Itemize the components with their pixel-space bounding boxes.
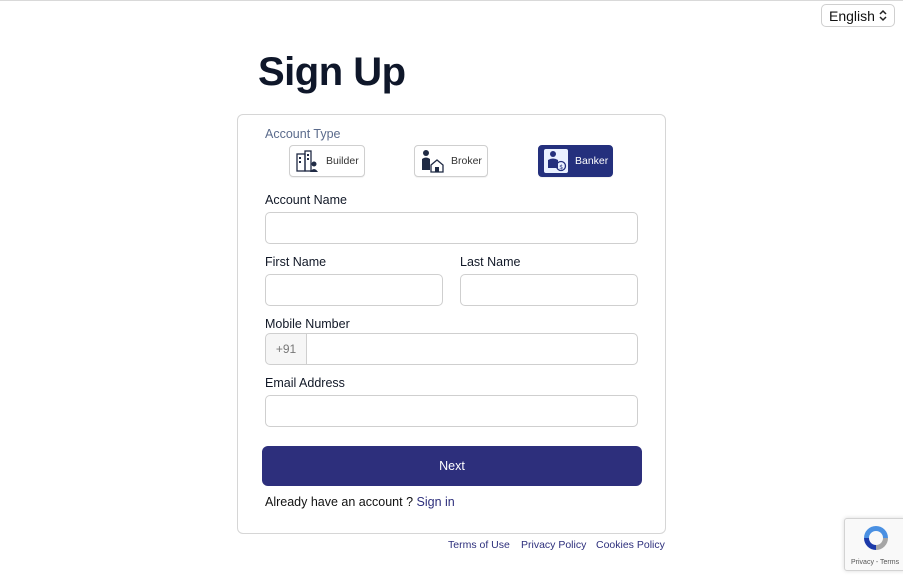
account-type-label: Account Type	[265, 127, 341, 141]
language-select-value: English	[829, 7, 875, 24]
account-type-banker[interactable]: $ Banker	[538, 145, 613, 177]
recaptcha-icon	[864, 526, 888, 550]
recaptcha-text: Privacy - Terms	[851, 559, 900, 566]
builder-icon	[296, 150, 318, 172]
email-address-label: Email Address	[265, 376, 345, 390]
last-name-label: Last Name	[460, 255, 521, 269]
account-type-builder[interactable]: Builder	[289, 145, 365, 177]
mobile-number-label: Mobile Number	[265, 317, 350, 331]
privacy-policy-link[interactable]: Privacy Policy	[521, 539, 586, 551]
signin-link[interactable]: Sign in	[417, 495, 455, 509]
account-type-builder-label: Builder	[326, 155, 359, 167]
page-title: Sign Up	[258, 50, 406, 94]
account-type-banker-label: Banker	[575, 155, 609, 167]
account-type-broker[interactable]: Broker	[414, 145, 488, 177]
broker-icon	[422, 150, 444, 173]
first-name-input[interactable]	[265, 274, 443, 306]
recaptcha-badge[interactable]: Privacy - Terms	[844, 518, 903, 571]
signin-row: Already have an account ? Sign in	[265, 495, 455, 509]
chevron-updown-icon	[879, 9, 887, 22]
signup-card: Account Type Builder Broker $ Banker Acc…	[237, 114, 666, 534]
language-select[interactable]: English	[821, 4, 895, 27]
svg-text:$: $	[559, 164, 563, 171]
cookies-policy-link[interactable]: Cookies Policy	[596, 539, 665, 551]
top-divider	[0, 0, 903, 1]
account-name-input[interactable]	[265, 212, 638, 244]
account-name-label: Account Name	[265, 193, 347, 207]
email-address-input[interactable]	[265, 395, 638, 427]
country-code-prefix: +91	[265, 333, 307, 365]
banker-icon: $	[544, 149, 568, 173]
terms-of-use-link[interactable]: Terms of Use	[448, 539, 510, 551]
last-name-input[interactable]	[460, 274, 638, 306]
next-button[interactable]: Next	[262, 446, 642, 486]
first-name-label: First Name	[265, 255, 327, 269]
signin-prompt: Already have an account ?	[265, 495, 414, 509]
account-type-broker-label: Broker	[451, 155, 482, 167]
mobile-number-input[interactable]	[306, 333, 638, 365]
